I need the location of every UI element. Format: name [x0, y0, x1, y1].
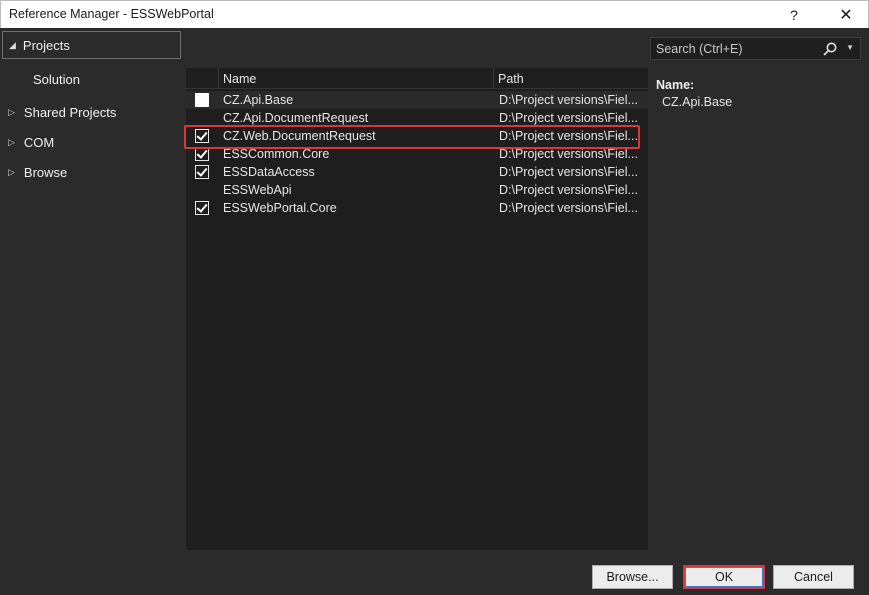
row-name: ESSWebPortal.Core: [223, 201, 337, 215]
row-path: D:\Project versions\Fiel...: [499, 147, 638, 161]
row-name: ESSCommon.Core: [223, 147, 330, 161]
details-name-value: CZ.Api.Base: [662, 95, 733, 109]
reference-checkbox[interactable]: [195, 165, 209, 179]
browse-button[interactable]: Browse...: [592, 565, 673, 589]
window-title: Reference Manager - ESSWebPortal: [9, 7, 214, 21]
nav-item-browse[interactable]: ▷ Browse: [0, 158, 67, 186]
row-path: D:\Project versions\Fiel...: [499, 183, 638, 197]
search-input[interactable]: [651, 41, 821, 56]
collapsed-arrow-icon: ▷: [8, 166, 15, 177]
row-path: D:\Project versions\Fiel...: [499, 129, 638, 143]
list-row[interactable]: ESSWebPortal.Core D:\Project versions\Fi…: [186, 199, 648, 217]
nav-item-label: Solution: [33, 71, 80, 87]
nav-item-solution[interactable]: Solution: [33, 65, 80, 93]
nav-item-shared-projects[interactable]: ▷ Shared Projects: [0, 98, 116, 126]
details-name-label: Name:: [656, 78, 695, 92]
list-row[interactable]: CZ.Web.DocumentRequest D:\Project versio…: [186, 127, 648, 145]
category-nav: ◢ Projects Solution ▷ Shared Projects ▷ …: [0, 28, 186, 558]
list-row[interactable]: ESSDataAccess D:\Project versions\Fiel..…: [186, 163, 648, 181]
list-header: Name Path: [186, 68, 648, 89]
nav-item-label: COM: [23, 134, 55, 150]
collapsed-arrow-icon: ▷: [8, 106, 15, 117]
list-row[interactable]: CZ.Api.DocumentRequest D:\Project versio…: [186, 109, 648, 127]
close-button[interactable]: ✕: [823, 1, 869, 29]
nav-item-label: Shared Projects: [23, 104, 117, 120]
row-name: CZ.Api.DocumentRequest: [223, 111, 369, 125]
header-path[interactable]: Path: [493, 68, 648, 89]
title-bar: Reference Manager - ESSWebPortal ? ✕: [0, 0, 869, 28]
header-checkbox-column: [186, 68, 218, 89]
reference-checkbox[interactable]: [195, 129, 209, 143]
expanded-arrow-icon: ◢: [9, 39, 16, 50]
project-list: Name Path CZ.Api.Base D:\Project version…: [186, 68, 648, 550]
cancel-button[interactable]: Cancel: [773, 565, 854, 589]
ok-button[interactable]: OK: [683, 565, 765, 589]
nav-item-label: Projects: [22, 37, 70, 53]
reference-checkbox[interactable]: [195, 201, 209, 215]
row-name: ESSWebApi: [223, 183, 292, 197]
nav-item-label: Browse: [23, 164, 68, 180]
list-row[interactable]: ESSCommon.Core D:\Project versions\Fiel.…: [186, 145, 648, 163]
list-row[interactable]: ESSWebApi D:\Project versions\Fiel...: [186, 181, 648, 199]
list-row[interactable]: CZ.Api.Base D:\Project versions\Fiel...: [186, 91, 648, 109]
row-path: D:\Project versions\Fiel...: [499, 111, 638, 125]
row-path: D:\Project versions\Fiel...: [499, 201, 638, 215]
search-options-dropdown-icon[interactable]: ▼: [846, 43, 854, 52]
row-path: D:\Project versions\Fiel...: [499, 93, 638, 107]
nav-item-com[interactable]: ▷ COM: [0, 128, 54, 156]
row-path: D:\Project versions\Fiel...: [499, 165, 638, 179]
search-icon[interactable]: [822, 41, 838, 57]
collapsed-arrow-icon: ▷: [8, 136, 15, 147]
reference-checkbox[interactable]: [195, 93, 209, 107]
row-name: CZ.Api.Base: [223, 93, 294, 107]
row-name: CZ.Web.DocumentRequest: [223, 129, 376, 143]
row-name: ESSDataAccess: [223, 165, 315, 179]
search-box: ▼: [650, 37, 861, 60]
details-pane: Name: CZ.Api.Base: [656, 78, 732, 109]
header-name[interactable]: Name: [218, 68, 493, 89]
reference-checkbox[interactable]: [195, 147, 209, 161]
nav-item-projects[interactable]: ◢ Projects: [2, 31, 181, 59]
help-button[interactable]: ?: [771, 1, 817, 29]
